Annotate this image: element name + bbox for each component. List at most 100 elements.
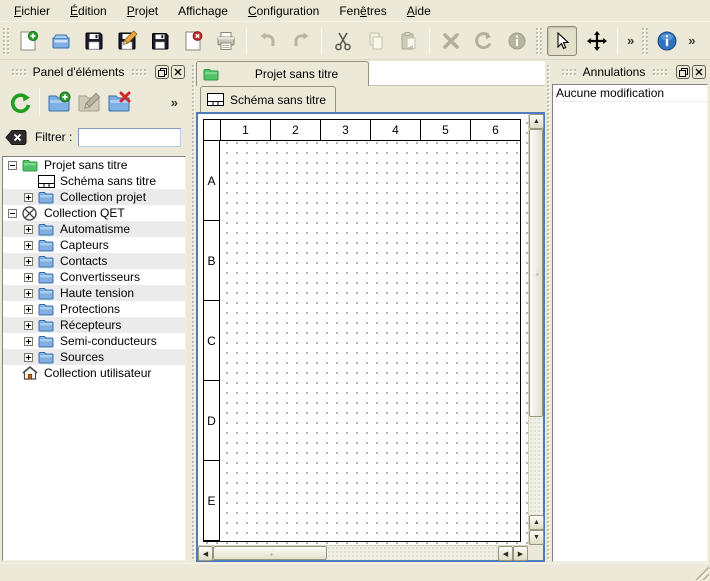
toolbar-handle[interactable] <box>641 27 648 55</box>
diagram-canvas[interactable]: 1 2 3 4 5 6 A B C D E <box>198 114 528 545</box>
splitter-handle <box>546 64 550 561</box>
menu-configuration[interactable]: Configuration <box>238 1 329 21</box>
tree-item-sources[interactable]: Sources <box>3 349 185 365</box>
clear-filter-button[interactable] <box>5 129 27 146</box>
resize-grip[interactable] <box>695 566 709 580</box>
rotate-button[interactable] <box>467 26 500 56</box>
tree-item-haute-tension[interactable]: Haute tension <box>3 285 185 301</box>
float-panel-button[interactable] <box>676 65 690 79</box>
vertical-scrollbar[interactable]: ▲ ▲ ▼ <box>528 114 543 545</box>
menu-aide[interactable]: Aide <box>397 1 441 21</box>
tree-item-semi-conducteurs[interactable]: Semi-conducteurs <box>3 333 185 349</box>
row-header: E <box>203 461 220 541</box>
menu-fichier[interactable]: Fichier <box>4 1 60 21</box>
horizontal-scrollbar-thumb[interactable] <box>213 546 327 560</box>
collapse-icon[interactable] <box>8 161 17 170</box>
scroll-up-button[interactable]: ▲ <box>529 114 544 129</box>
expand-icon[interactable] <box>24 353 33 362</box>
filter-input[interactable] <box>78 128 181 147</box>
expand-icon[interactable] <box>24 337 33 346</box>
expand-icon[interactable] <box>24 225 33 234</box>
about-button[interactable] <box>650 26 683 56</box>
save-button[interactable] <box>77 26 110 56</box>
tree-item-contacts[interactable]: Contacts <box>3 253 185 269</box>
elements-panel-titlebar[interactable]: Panel d'éléments <box>0 62 189 82</box>
copy-button[interactable] <box>359 26 392 56</box>
float-panel-button[interactable] <box>155 65 169 79</box>
toolbar-handle[interactable] <box>2 27 9 55</box>
close-panel-button[interactable] <box>692 65 706 79</box>
tree-item-schema-sans-titre[interactable]: Schéma sans titre <box>3 173 185 189</box>
horizontal-scrollbar-track[interactable] <box>327 546 498 560</box>
delete-button[interactable] <box>434 26 467 56</box>
menu-fenetres[interactable]: Fenêtres <box>329 1 396 21</box>
cut-icon <box>332 30 354 52</box>
tree-item-projet-sans-titre[interactable]: Projet sans titre <box>3 157 185 173</box>
redo-button[interactable] <box>284 26 317 56</box>
undo-list-item[interactable]: Aucune modification <box>553 85 707 102</box>
expand-icon[interactable] <box>24 273 33 282</box>
scroll-left-button[interactable]: ◀ <box>198 546 213 561</box>
scroll-down-button[interactable]: ▼ <box>529 530 544 545</box>
new-document-button[interactable] <box>11 26 44 56</box>
column-header: 5 <box>420 119 470 141</box>
expand-icon[interactable] <box>24 257 33 266</box>
scroll-up-button[interactable]: ▲ <box>529 515 544 530</box>
save-as-button[interactable] <box>110 26 143 56</box>
vertical-scrollbar-track[interactable] <box>529 417 543 515</box>
reload-collections-button[interactable] <box>5 87 35 117</box>
toolbar-overflow-button[interactable]: » <box>622 33 639 48</box>
close-document-icon <box>182 30 204 52</box>
diagram-view[interactable]: 1 2 3 4 5 6 A B C D E <box>196 112 545 562</box>
row-header: B <box>203 221 220 301</box>
panel-overflow-button[interactable]: » <box>166 95 183 110</box>
info-button[interactable] <box>500 26 533 56</box>
close-document-button[interactable] <box>176 26 209 56</box>
tree-item-protections[interactable]: Protections <box>3 301 185 317</box>
toolbar-handle[interactable] <box>535 27 542 55</box>
move-tool-button[interactable] <box>580 26 613 56</box>
menu-projet[interactable]: Projet <box>117 1 168 21</box>
undo-panel-titlebar[interactable]: Annulations <box>550 62 710 82</box>
row-header: A <box>203 141 220 221</box>
collapse-icon[interactable] <box>8 209 17 218</box>
edit-category-button[interactable] <box>74 87 104 117</box>
tree-item-convertisseurs[interactable]: Convertisseurs <box>3 269 185 285</box>
scroll-left-button[interactable]: ◀ <box>498 546 513 561</box>
open-button[interactable] <box>44 26 77 56</box>
vertical-scrollbar-thumb[interactable] <box>529 129 543 417</box>
save-all-button[interactable] <box>143 26 176 56</box>
tree-item-capteurs[interactable]: Capteurs <box>3 237 185 253</box>
tree-item-recepteurs[interactable]: Récepteurs <box>3 317 185 333</box>
expand-icon[interactable] <box>24 305 33 314</box>
left-splitter[interactable] <box>189 62 196 563</box>
menu-edition[interactable]: Édition <box>60 1 117 21</box>
expand-icon[interactable] <box>24 193 33 202</box>
tab-schema-sans-titre[interactable]: Schéma sans titre <box>200 86 336 112</box>
close-panel-button[interactable] <box>171 65 185 79</box>
tree-item-automatisme[interactable]: Automatisme <box>3 221 185 237</box>
paste-button[interactable] <box>392 26 425 56</box>
filter-label: Filtrer : <box>35 130 72 144</box>
menu-affichage[interactable]: Affichage <box>168 1 238 21</box>
expand-icon[interactable] <box>24 321 33 330</box>
select-tool-button[interactable] <box>547 26 577 56</box>
tree-item-collection-utilisateur[interactable]: Collection utilisateur <box>3 365 185 381</box>
undo-button[interactable] <box>251 26 284 56</box>
scroll-right-button[interactable]: ▶ <box>513 546 528 561</box>
tree-item-collection-qet[interactable]: Collection QET <box>3 205 185 221</box>
open-icon <box>50 30 72 52</box>
cut-button[interactable] <box>326 26 359 56</box>
tab-projet-sans-titre[interactable]: Projet sans titre <box>196 61 369 86</box>
new-category-button[interactable] <box>44 87 74 117</box>
undo-history-list[interactable]: Aucune modification <box>552 84 708 562</box>
horizontal-scrollbar[interactable]: ◀ ◀ ▶ <box>198 545 528 560</box>
toolbar-overflow-button[interactable]: » <box>683 33 700 48</box>
tree-item-label: Semi-conducteurs <box>60 334 157 348</box>
tree-item-collection-projet[interactable]: Collection projet <box>3 189 185 205</box>
print-button[interactable] <box>209 26 242 56</box>
delete-category-button[interactable] <box>104 87 134 117</box>
save-all-icon <box>149 30 171 52</box>
expand-icon[interactable] <box>24 289 33 298</box>
expand-icon[interactable] <box>24 241 33 250</box>
